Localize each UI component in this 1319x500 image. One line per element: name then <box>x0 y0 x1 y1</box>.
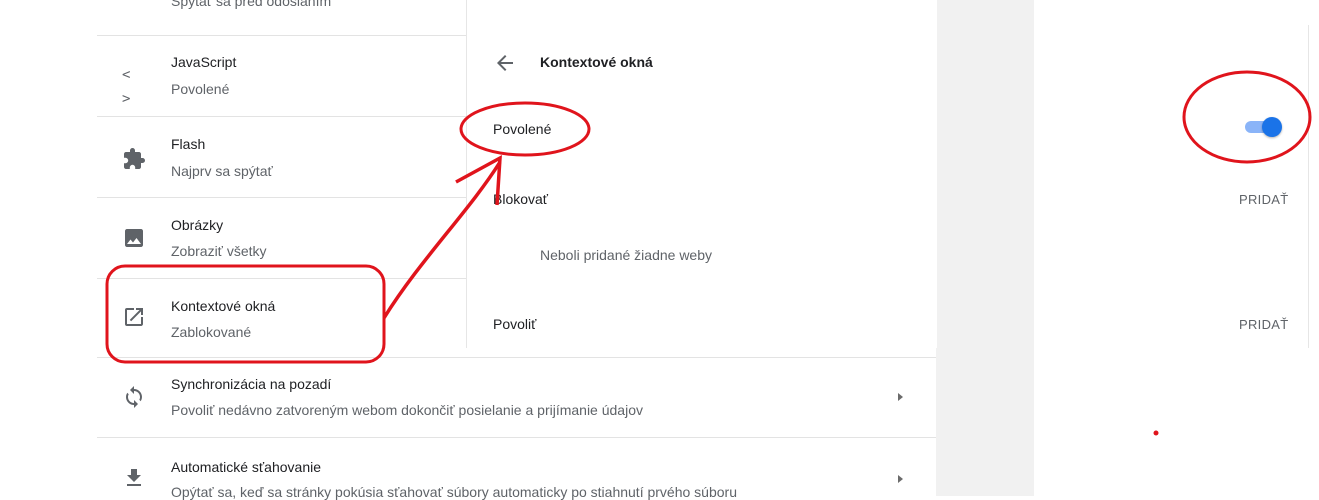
gray-gutter <box>936 0 1034 496</box>
toggle-knob[interactable] <box>1262 117 1282 137</box>
popups-subpage-right <box>1034 0 1319 348</box>
open-in-new-icon <box>125 308 143 326</box>
puzzle-icon <box>124 148 145 169</box>
settings-row-auto-download[interactable]: Automatické sťahovanie Opýtať sa, keď sa… <box>97 438 936 500</box>
add-allow-button[interactable]: PRIDAŤ <box>1239 317 1288 332</box>
row-sub: Povolené <box>171 81 230 97</box>
page-background <box>0 0 97 496</box>
settings-row-background-sync[interactable]: Synchronizácia na pozadí Povoliť nedávno… <box>97 358 936 437</box>
row-title: Obrázky <box>171 217 224 233</box>
subpage-title: Kontextové okná <box>540 54 653 70</box>
partial-row-sub: Spýtať sa pred odoslaním <box>171 0 332 9</box>
block-section-label: Blokovať <box>493 191 549 207</box>
allow-section-label: Povoliť <box>493 316 537 332</box>
row-title: Flash <box>171 136 206 152</box>
arrow-right-icon <box>898 393 903 401</box>
arrow-right-icon <box>898 475 903 483</box>
row-title: Synchronizácia na pozadí <box>171 376 332 392</box>
back-arrow-icon[interactable] <box>493 51 517 75</box>
image-icon <box>125 229 143 247</box>
annotation-dot <box>1153 430 1159 436</box>
code-icon: < > <box>122 67 131 107</box>
row-title: Kontextové okná <box>171 298 276 314</box>
row-title: JavaScript <box>171 54 237 70</box>
popups-subpage <box>466 0 937 348</box>
row-sub: Zobraziť všetky <box>171 243 267 259</box>
row-sub: Povoliť nedávno zatvoreným webom dokonči… <box>171 402 643 418</box>
add-block-button[interactable]: PRIDAŤ <box>1239 192 1288 207</box>
sync-icon <box>126 386 142 408</box>
row-sub: Zablokované <box>171 324 252 340</box>
row-sub: Najprv sa spýtať <box>171 163 273 179</box>
panel-edge <box>1308 25 1309 348</box>
no-sites-message: Neboli pridané žiadne weby <box>540 247 712 263</box>
row-sub: Opýtať sa, keď sa stránky pokúsia sťahov… <box>171 484 737 500</box>
allowed-label: Povolené <box>493 121 552 137</box>
download-icon <box>127 469 141 486</box>
row-title: Automatické sťahovanie <box>171 459 322 475</box>
